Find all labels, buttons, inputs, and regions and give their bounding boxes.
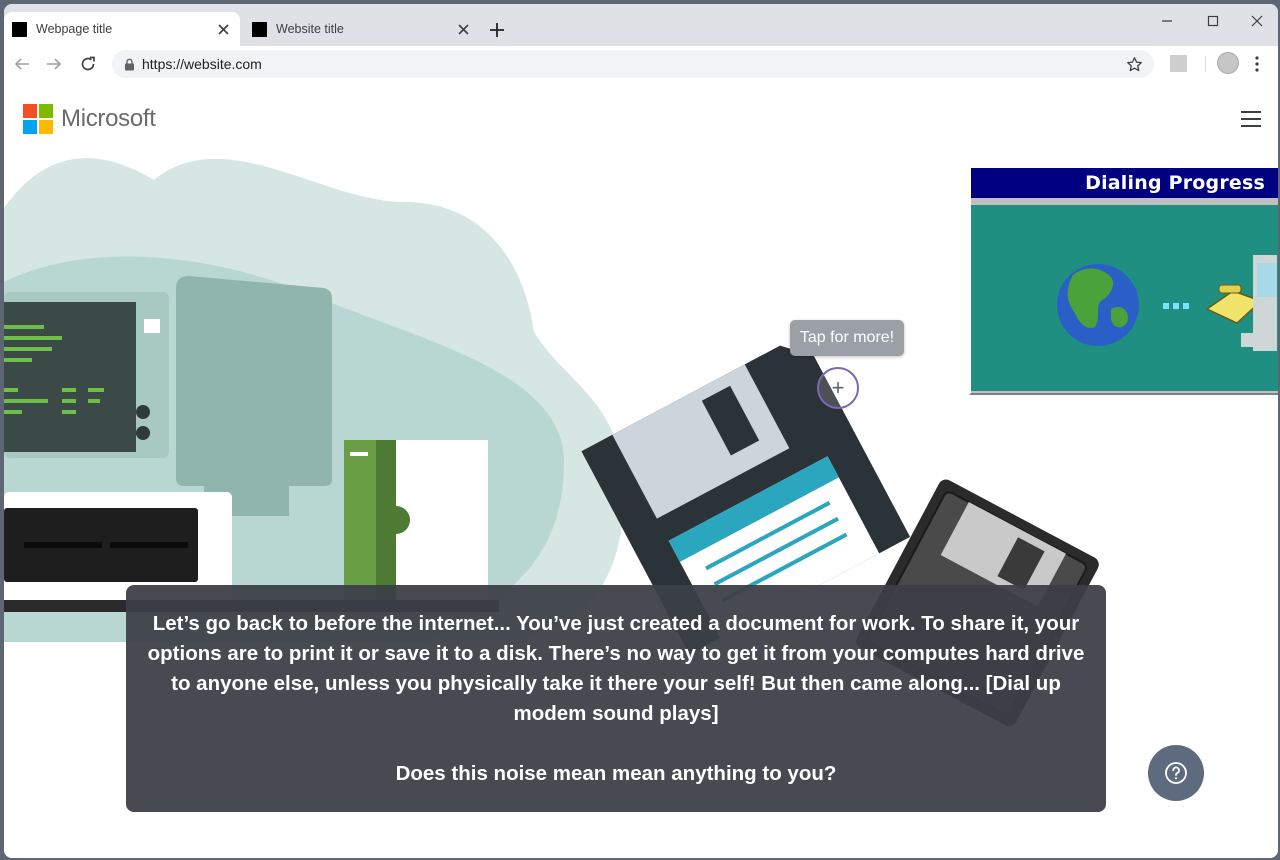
tab-title: Website title (276, 22, 344, 36)
url-text[interactable]: https://website.com (142, 56, 1122, 72)
forward-button[interactable] (42, 52, 66, 76)
arrow-left-icon (14, 58, 29, 70)
new-tab-button[interactable] (484, 17, 510, 43)
microsoft-logo-icon (23, 103, 53, 134)
close-icon[interactable] (452, 18, 474, 40)
reload-button[interactable] (76, 52, 100, 76)
browser-window: Webpage title Website title https://webs… (2, 2, 1280, 860)
narration-caption: Let’s go back to before the internet... … (126, 585, 1106, 812)
plus-icon (490, 23, 504, 37)
close-icon[interactable] (212, 18, 234, 40)
tab-title: Webpage title (36, 22, 113, 36)
extension-icon[interactable] (1170, 55, 1187, 72)
tab-webpage[interactable]: Webpage title (4, 12, 240, 46)
page-content: Microsoft Dialing Progress Tap for more!… (4, 82, 1278, 858)
close-icon (1251, 15, 1263, 27)
maximize-icon (1207, 15, 1219, 27)
hotspot-tooltip: Tap for more! (790, 320, 904, 356)
lock-icon (122, 57, 136, 71)
browser-toolbar: https://website.com (4, 46, 1278, 82)
tab-strip: Webpage title Website title (4, 4, 1278, 46)
plus-icon: + (831, 375, 845, 400)
minimize-icon (1162, 20, 1172, 22)
question-icon (1165, 762, 1187, 784)
dialog-panel (971, 205, 1278, 391)
maximize-button[interactable] (1202, 12, 1224, 30)
favicon-icon (12, 21, 27, 37)
profile-avatar[interactable] (1217, 52, 1239, 74)
caption-question: Does this noise mean mean anything to yo… (395, 762, 837, 785)
hotspot-plus-button[interactable]: + (817, 367, 859, 409)
arrow-right-icon (47, 58, 62, 70)
more-vert-icon (1255, 56, 1259, 72)
tab-website[interactable]: Website title (244, 12, 480, 46)
logo-text: Microsoft (61, 104, 156, 132)
bookmark-star-icon[interactable] (1122, 52, 1146, 76)
back-button[interactable] (10, 52, 34, 76)
toolbar-divider (1205, 56, 1206, 72)
address-bar[interactable]: https://website.com (112, 50, 1154, 78)
dialing-progress-dialog: Dialing Progress (969, 166, 1278, 395)
help-button[interactable] (1148, 745, 1204, 801)
browser-menu-button[interactable] (1248, 52, 1266, 76)
dialog-title: Dialing Progress (971, 168, 1278, 198)
hamburger-menu-icon[interactable] (1240, 110, 1262, 132)
favicon-icon (252, 21, 267, 37)
close-window-button[interactable] (1246, 12, 1268, 30)
minimize-button[interactable] (1156, 12, 1178, 30)
dial-up-illustration (1057, 255, 1277, 351)
caption-text: Let’s go back to before the internet... … (147, 612, 1085, 725)
microsoft-logo[interactable]: Microsoft (23, 103, 156, 134)
reload-icon (81, 56, 95, 71)
